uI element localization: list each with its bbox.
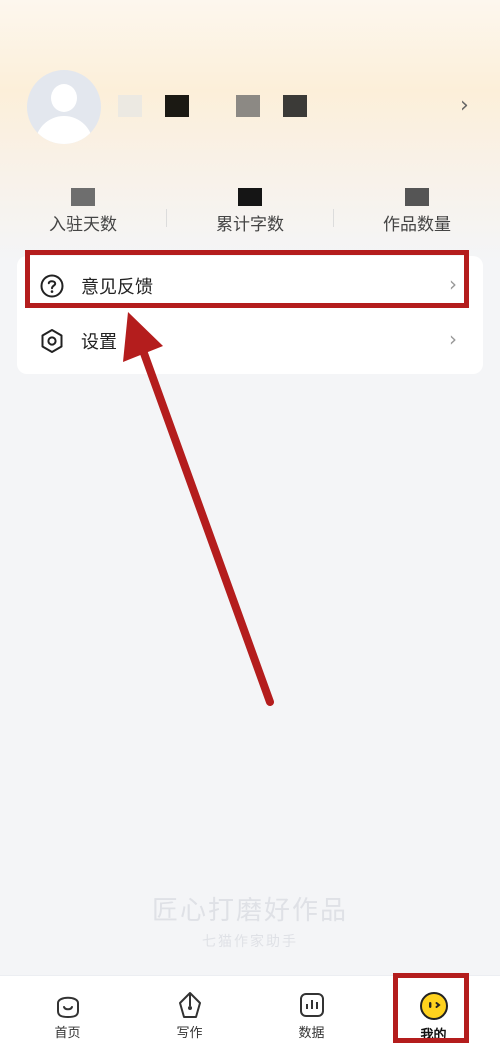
tab-home[interactable]: 首页	[5, 976, 130, 1044]
slogan-watermark: 匠心打磨好作品 七猫作家助手	[0, 890, 500, 951]
slogan-sub: 七猫作家助手	[202, 934, 298, 950]
slogan-main: 匠心打磨好作品	[151, 896, 348, 926]
bar-chart-icon	[299, 993, 324, 1017]
tab-label: 写作	[176, 1026, 203, 1041]
tab-write[interactable]: 写作	[127, 976, 252, 1044]
home-face-icon	[56, 996, 79, 1019]
annotation-arrow	[123, 312, 274, 706]
tab-label: 数据	[298, 1026, 325, 1041]
tab-data[interactable]: 数据	[249, 976, 374, 1044]
pen-nib-icon	[178, 992, 201, 1018]
tab-label: 首页	[54, 1026, 81, 1041]
annotation-highlight-box	[393, 973, 469, 1043]
